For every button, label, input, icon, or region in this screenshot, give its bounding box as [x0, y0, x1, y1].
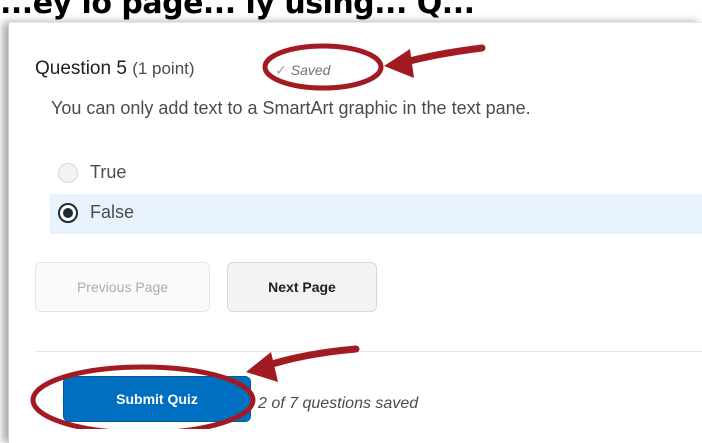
saved-count-status: 2 of 7 questions saved [258, 395, 419, 412]
radio-true[interactable] [58, 163, 78, 183]
submit-quiz-button[interactable]: Submit Quiz [63, 376, 251, 422]
saved-indicator: ✓ Saved [275, 62, 330, 79]
saved-label: Saved [290, 62, 331, 78]
option-false[interactable]: False [50, 194, 702, 234]
question-text: You can only add text to a SmartArt grap… [51, 98, 531, 118]
checkmark-icon: ✓ [275, 62, 287, 78]
option-true-label[interactable]: True [90, 162, 126, 183]
next-page-button[interactable]: Next Page [227, 262, 377, 312]
divider [35, 351, 702, 352]
top-caption: ...ey lo page... ly using... Q... [0, 0, 475, 21]
question-header: Question 5 (1 point) [35, 58, 195, 80]
option-true[interactable]: True [50, 154, 702, 194]
previous-page-button[interactable]: Previous Page [35, 262, 210, 312]
question-title: Question 5 [35, 58, 127, 79]
question-points: (1 point) [132, 59, 195, 78]
radio-false[interactable] [58, 203, 78, 223]
option-false-label[interactable]: False [90, 202, 134, 223]
